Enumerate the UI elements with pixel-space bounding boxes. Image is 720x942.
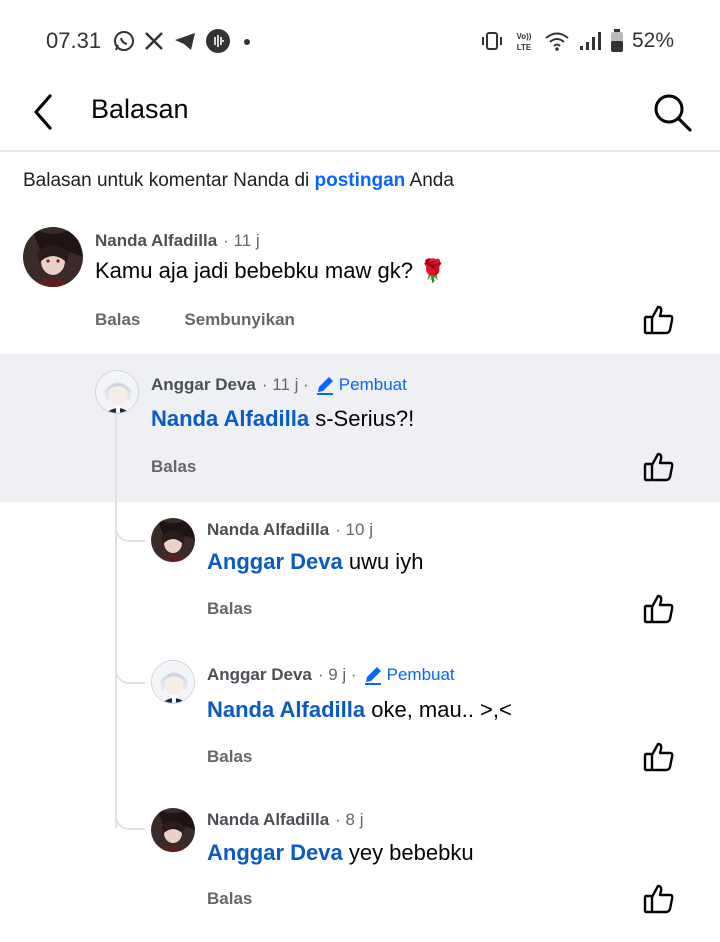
reply-context: Balasan untuk komentar Nanda di postinga…: [23, 170, 454, 192]
comment-author[interactable]: Anggar Deva: [207, 665, 312, 685]
comment-author[interactable]: Nanda Alfadilla: [95, 231, 217, 251]
battery-percent: 52%: [631, 29, 674, 52]
thread-connector: [115, 660, 145, 684]
comment-time: · 9 j ·: [317, 665, 357, 684]
pencil-icon: [315, 375, 335, 395]
wifi-icon: [544, 30, 570, 52]
like-icon[interactable]: [642, 592, 676, 626]
avatar[interactable]: [151, 518, 195, 562]
thread-connector: [115, 518, 145, 542]
search-icon[interactable]: [650, 90, 694, 134]
svg-text:Vo)): Vo)): [516, 32, 531, 41]
like-icon[interactable]: [642, 740, 676, 774]
comment-time: · 8 j: [335, 810, 364, 829]
comment-text: Anggar Deva yey bebebku: [207, 840, 474, 866]
signal-icon: [578, 30, 602, 52]
comment-actions: Balas: [207, 889, 252, 909]
comment-text-content: yey bebebku: [342, 840, 474, 865]
comment-actions: Balas: [207, 747, 252, 767]
telegram-icon: [173, 30, 197, 52]
status-time: 07.31: [46, 28, 102, 53]
comment-text: Nanda Alfadilla oke, mau.. >,<: [207, 697, 512, 723]
author-badge: Pembuat: [315, 375, 407, 395]
comment-time: · 10 j: [335, 520, 373, 539]
comment-meta: Nanda Alfadilla · 8 j: [207, 810, 364, 830]
battery-icon: [610, 29, 624, 53]
comment-text-content: uwu iyh: [342, 549, 424, 574]
comment-text: Kamu aja jadi bebebku maw gk? 🌹: [95, 258, 447, 283]
volte-icon: Vo)) LTE: [512, 29, 536, 53]
mention-link[interactable]: Nanda Alfadilla: [207, 697, 365, 722]
vibrate-icon: [480, 30, 504, 52]
comment-text: Nanda Alfadilla s-Serius?!: [151, 406, 414, 432]
system-icons: Vo)) LTE 52%: [480, 28, 674, 54]
comment-author[interactable]: Nanda Alfadilla: [207, 520, 329, 540]
reply-context-suffix: Anda: [405, 170, 454, 191]
comment-text: Anggar Deva uwu iyh: [207, 549, 423, 575]
reply-button[interactable]: Balas: [207, 747, 252, 767]
comment-text-content: oke, mau.. >,<: [365, 697, 512, 722]
like-icon[interactable]: [642, 450, 676, 484]
comment-author[interactable]: Anggar Deva: [151, 375, 256, 395]
reply-button[interactable]: Balas: [95, 310, 140, 330]
reply-button[interactable]: Balas: [151, 457, 196, 477]
comment-meta: Anggar Deva · 9 j · Pembuat: [207, 665, 455, 685]
author-badge-label: Pembuat: [338, 375, 407, 394]
dot-icon: [239, 30, 255, 52]
reply-button[interactable]: Balas: [207, 889, 252, 909]
comment-actions: Balas: [207, 599, 252, 619]
mention-link[interactable]: Nanda Alfadilla: [151, 406, 309, 431]
pencil-icon: [363, 665, 383, 685]
reply-context-prefix: Balasan untuk komentar Nanda di: [23, 170, 315, 191]
like-icon[interactable]: [642, 882, 676, 916]
comment-meta: Nanda Alfadilla · 11 j: [95, 231, 260, 251]
like-icon[interactable]: [642, 303, 676, 337]
comment-meta: Anggar Deva · 11 j · Pembuat: [151, 375, 407, 395]
avatar[interactable]: [151, 660, 195, 704]
x-icon: [143, 30, 165, 52]
thread-connector: [115, 806, 145, 830]
whatsapp-icon: [113, 30, 135, 52]
avatar[interactable]: [95, 370, 139, 414]
reply-button[interactable]: Balas: [207, 599, 252, 619]
svg-text:LTE: LTE: [517, 43, 532, 52]
comment-time: · 11 j ·: [261, 375, 309, 394]
comment-text-content: s-Serius?!: [309, 406, 415, 431]
post-link[interactable]: postingan: [315, 170, 406, 191]
author-badge-label: Pembuat: [386, 665, 455, 684]
comment-time: · 11 j: [223, 231, 260, 250]
comment-actions: Balas Sembunyikan: [95, 310, 295, 330]
app-bar: Balasan: [0, 80, 720, 144]
hide-button[interactable]: Sembunyikan: [184, 310, 295, 330]
avatar[interactable]: [151, 808, 195, 852]
header-divider: [0, 150, 720, 152]
voice-icon: [205, 28, 231, 54]
mention-link[interactable]: Anggar Deva: [207, 840, 343, 865]
notification-icons: [113, 28, 255, 54]
comment-meta: Nanda Alfadilla · 10 j: [207, 520, 373, 540]
status-bar: 07.31 Vo)) LTE 52%: [0, 0, 720, 80]
back-arrow-icon[interactable]: [28, 92, 62, 132]
mention-link[interactable]: Anggar Deva: [207, 549, 343, 574]
author-badge: Pembuat: [363, 665, 455, 685]
comment-actions: Balas: [151, 457, 196, 477]
avatar[interactable]: [23, 227, 83, 287]
thread-line: [115, 414, 117, 828]
comment-author[interactable]: Nanda Alfadilla: [207, 810, 329, 830]
page-title: Balasan: [91, 94, 189, 124]
